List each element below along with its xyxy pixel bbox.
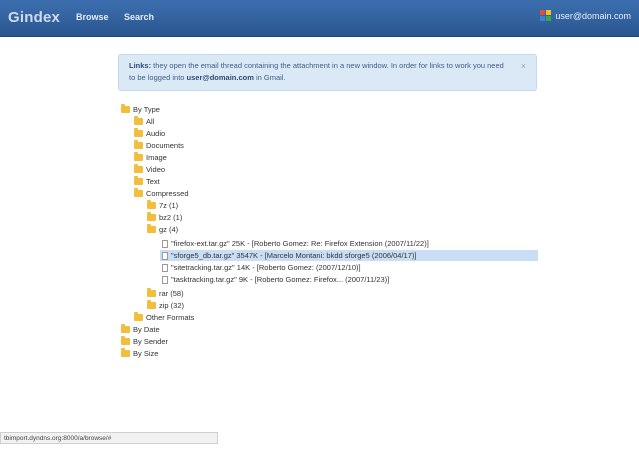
tree-node-compressed[interactable]: Compressed (134, 188, 189, 199)
folder-icon (147, 200, 156, 209)
tree-node-by-size[interactable]: By Size (121, 348, 158, 359)
tree-label: Compressed (146, 189, 189, 198)
tree-node-gz[interactable]: gz (4) (147, 224, 178, 235)
tree-label: Image (146, 153, 167, 162)
file-icon (162, 251, 168, 260)
tree-node-bz2[interactable]: bz2 (1) (147, 212, 182, 223)
tree-file-item[interactable]: "sitetracking.tar.gz" 14K - [Roberto Gom… (162, 262, 361, 273)
file-icon (162, 263, 168, 272)
tree-label: zip (32) (159, 301, 185, 310)
tree-label: bz2 (1) (159, 213, 183, 222)
tree-label: By Date (133, 325, 160, 334)
folder-icon (134, 140, 143, 149)
tree-node-image[interactable]: Image (134, 152, 167, 163)
info-message: Links: they open the email thread contai… (118, 54, 537, 91)
nav-search[interactable]: Search (124, 12, 154, 22)
tree-label: Audio (146, 129, 166, 138)
tree-label: Text (146, 177, 160, 186)
google-icon (540, 10, 552, 21)
info-text-1: they open the email thread containing th… (129, 61, 504, 82)
file-icon (162, 239, 168, 248)
tree-label: 7z (1) (159, 201, 179, 210)
tree-file-item-selected[interactable]: "sforge5_db.tar.gz" 3547K - [Marcelo Mon… (162, 250, 416, 261)
tree-node-audio[interactable]: Audio (134, 128, 165, 139)
info-text-2: in Gmail. (253, 73, 286, 82)
info-email: user@domain.com (186, 73, 254, 82)
tree-node-text[interactable]: Text (134, 176, 160, 187)
tree-file-item[interactable]: "tasktracking.tar.gz" 9K - [Roberto Gome… (162, 274, 389, 285)
file-icon (162, 275, 168, 284)
info-strong: Links: (129, 61, 152, 70)
folder-icon (147, 288, 156, 297)
folder-icon (121, 104, 130, 113)
tree-node-zip[interactable]: zip (32) (147, 300, 184, 311)
user-email: user@domain.com (555, 10, 631, 21)
tree-node-other-formats[interactable]: Other Formats (134, 312, 194, 323)
tree-file-label: "firefox-ext.tar.gz" 25K - [Roberto Gome… (171, 239, 429, 248)
folder-icon (134, 116, 143, 125)
tree-label: By Type (133, 105, 160, 114)
tree-label: Video (146, 165, 166, 174)
tree-file-label: "sforge5_db.tar.gz" 3547K - [Marcelo Mon… (171, 251, 417, 260)
folder-icon (147, 300, 156, 309)
tree-label: All (146, 117, 155, 126)
tree-node-by-date[interactable]: By Date (121, 324, 160, 335)
tree-node-rar[interactable]: rar (58) (147, 288, 184, 299)
folder-icon (134, 152, 143, 161)
tree-node-documents[interactable]: Documents (134, 140, 184, 151)
folder-icon (147, 224, 156, 233)
nav-browse[interactable]: Browse (76, 12, 109, 22)
tree-label: By Sender (133, 337, 169, 346)
folder-icon (121, 348, 130, 357)
tree-node-video[interactable]: Video (134, 164, 165, 175)
tree-label: By Size (133, 349, 159, 358)
user-account[interactable]: user@domain.com (540, 10, 631, 21)
tree-file-label: "sitetracking.tar.gz" 14K - [Roberto Gom… (171, 263, 361, 272)
folder-icon (134, 176, 143, 185)
tree-file-label: "tasktracking.tar.gz" 9K - [Roberto Gome… (171, 275, 390, 284)
tree-node-by-sender[interactable]: By Sender (121, 336, 168, 347)
tree-label: Other Formats (146, 313, 195, 322)
tree-label: gz (4) (159, 225, 179, 234)
folder-icon (134, 312, 143, 321)
tree-file-item[interactable]: "firefox-ext.tar.gz" 25K - [Roberto Gome… (162, 238, 429, 249)
top-bar: Gindex Browse Search user@domain.com (0, 0, 639, 37)
tree-label: Documents (146, 141, 184, 150)
folder-icon (121, 336, 130, 345)
folder-icon (121, 324, 130, 333)
app-logo[interactable]: Gindex (8, 9, 60, 26)
tree-node-by-type[interactable]: By Type (121, 104, 160, 115)
tree-node-7z[interactable]: 7z (1) (147, 200, 178, 211)
folder-icon (134, 188, 143, 197)
tree-node-all[interactable]: All (134, 116, 154, 127)
folder-icon (147, 212, 156, 221)
close-icon[interactable]: × (521, 60, 526, 72)
folder-icon (134, 128, 143, 137)
tree-label: rar (58) (159, 289, 184, 298)
browser-status-bar: tbimport.dyndns.org:8000/a/browse/# (0, 432, 218, 444)
folder-icon (134, 164, 143, 173)
